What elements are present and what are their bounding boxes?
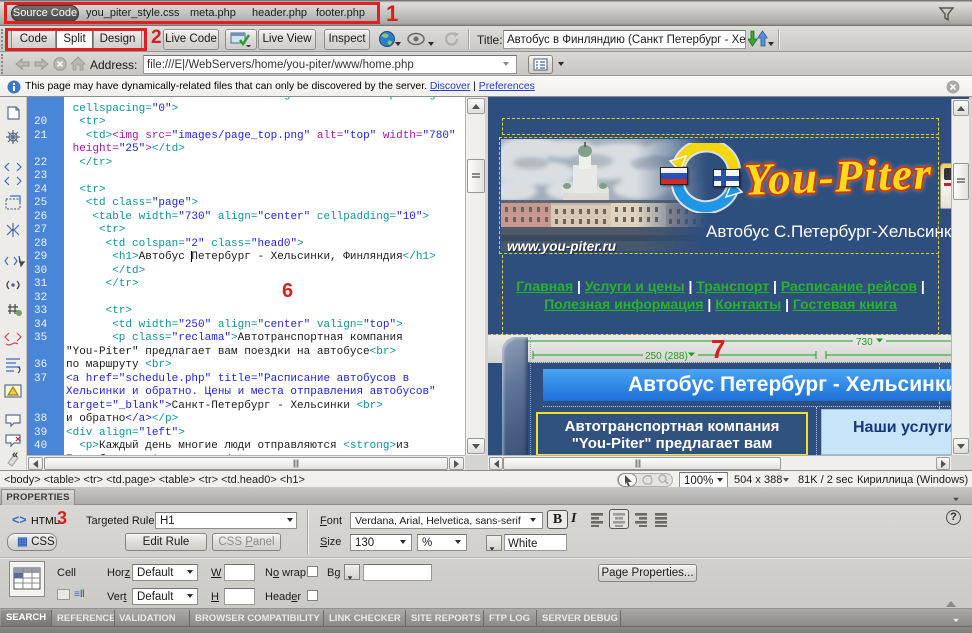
svg-text:250 (288): 250 (288) [645,351,688,362]
svg-text:730: 730 [856,337,873,348]
